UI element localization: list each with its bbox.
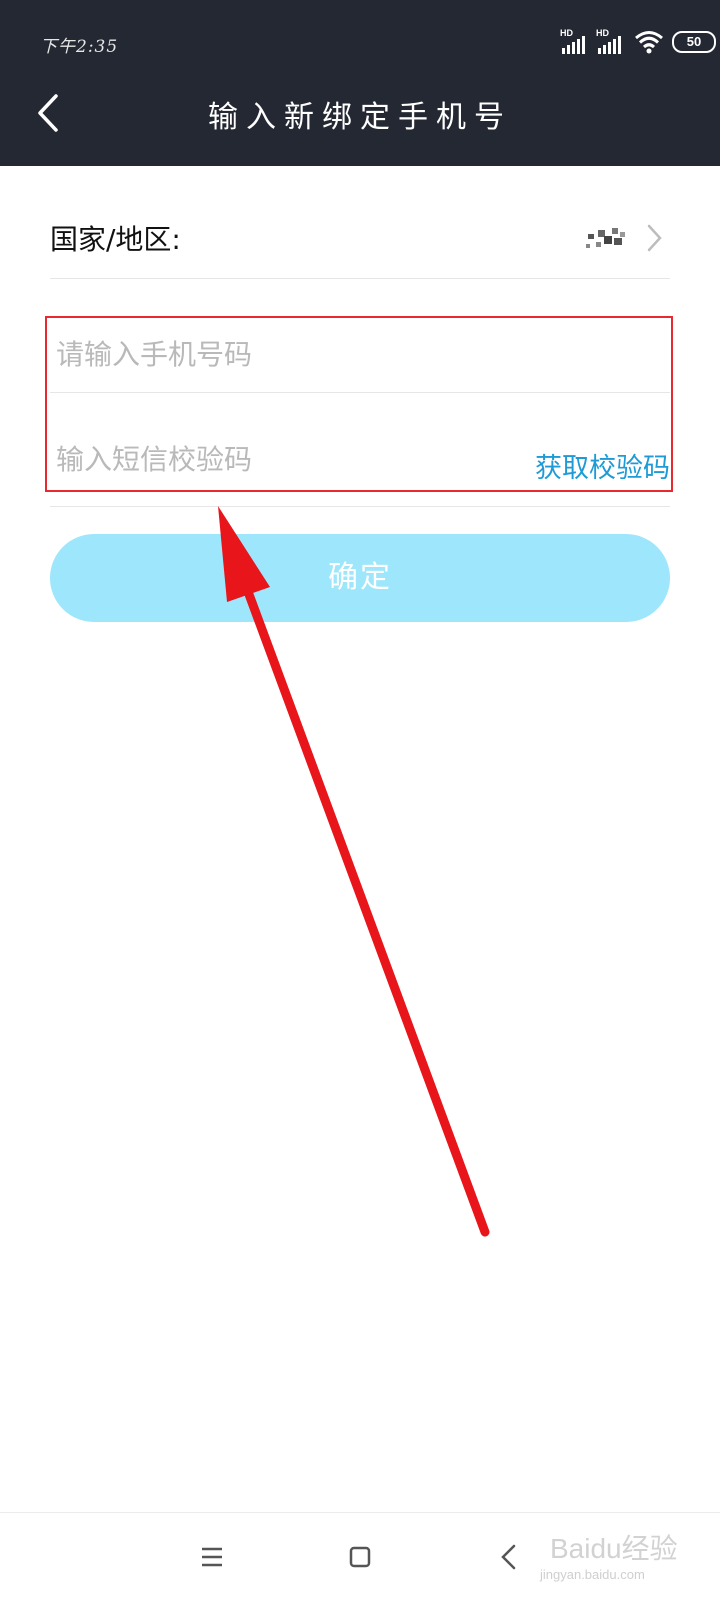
status-time: 下午2:35 [40,37,119,57]
highlight-box [45,316,673,492]
menu-button[interactable] [194,1539,230,1575]
back-icon [501,1544,516,1570]
country-label: 国家/地区: [50,223,181,256]
cellular-signal-icon: HD [560,28,590,54]
page-title: 输入新绑定手机号 [208,100,512,135]
watermark-site: jingyan.baidu.com [540,1567,645,1582]
country-flag-icon [586,228,625,248]
confirm-button[interactable]: 确定 [50,534,670,622]
baidu-watermark: Baidu经验 jingyan.baidu.com [540,1527,680,1591]
menu-icon [202,1547,222,1567]
header-bar: 下午2:35 HD HD 50 输入新绑定手机号 [0,0,720,166]
country-selector[interactable]: 国家/地区: [50,200,670,279]
nav-back-button[interactable] [492,1539,528,1575]
home-button[interactable] [342,1539,378,1575]
battery-icon: 50 [672,31,716,53]
chevron-right-icon [647,224,662,252]
system-nav-bar: Baidu经验 jingyan.baidu.com [0,1512,720,1601]
home-icon [349,1546,371,1568]
cellular-signal-icon: HD [596,28,626,54]
watermark-brand: Baidu经验 [550,1533,678,1564]
wifi-icon [635,31,663,54]
